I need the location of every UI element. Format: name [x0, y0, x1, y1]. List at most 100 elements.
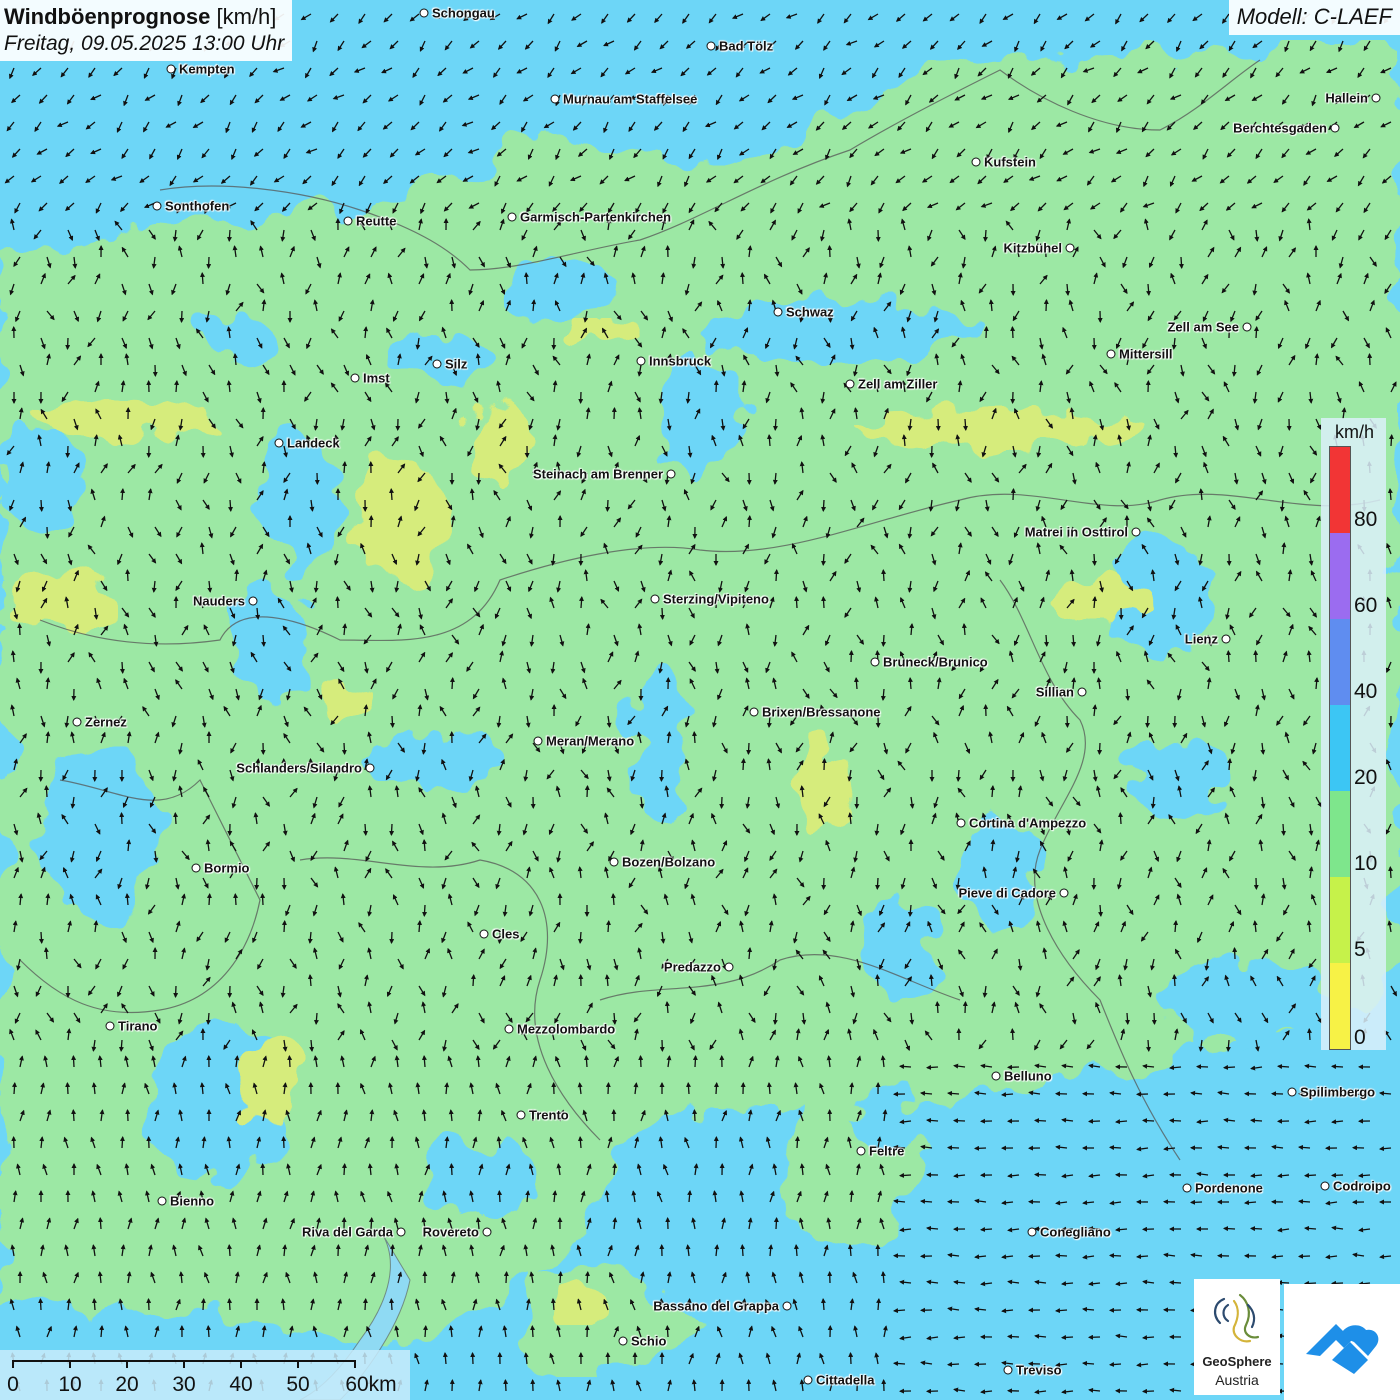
city-label: Silz — [445, 356, 468, 372]
city-marker — [724, 962, 734, 972]
model-label: Modell: C-LAEF — [1228, 0, 1400, 35]
city-label: Sillian — [1035, 684, 1074, 700]
city-label: Belluno — [1004, 1068, 1052, 1084]
city-label: Innsbruck — [649, 353, 712, 369]
scale-label: 30 — [172, 1373, 196, 1396]
city-label: Rovereto — [422, 1224, 479, 1240]
city-label: Schwaz — [786, 304, 834, 320]
city-label: Imst — [363, 370, 390, 386]
scale-label: 20 — [115, 1373, 139, 1396]
title-text: Windböenprognose — [4, 4, 211, 29]
city-label: Schio — [631, 1333, 667, 1349]
city-marker — [343, 216, 353, 226]
city-label: Cortina d'Ampezzo — [969, 815, 1087, 831]
city-label: Pordenone — [1195, 1180, 1263, 1196]
legend-swatch — [1330, 447, 1350, 533]
city-label: Conegliano — [1040, 1224, 1111, 1240]
city-marker — [1077, 687, 1087, 697]
scale-label: 0 — [7, 1373, 19, 1396]
city-label: Cittadella — [816, 1372, 875, 1388]
city-label: Murnau am Staffelsee — [563, 91, 698, 107]
legend-swatch — [1330, 619, 1350, 705]
city-marker — [248, 596, 258, 606]
legend-tick-label: 5 — [1354, 938, 1366, 961]
city-marker — [650, 594, 660, 604]
geosphere-austria-logo: GeoSphere Austria — [1194, 1279, 1280, 1395]
city-label: Garmisch-Partenkirchen — [520, 209, 672, 225]
scale-bar: 0 10 20 30 40 50 60km — [0, 1350, 410, 1400]
mountain-cloud-icon — [1306, 1324, 1379, 1374]
city-label: Zell am Ziller — [858, 376, 938, 392]
city-label: Mittersill — [1119, 346, 1173, 362]
city-marker — [870, 657, 880, 667]
city-label: Schongau — [432, 5, 495, 21]
city-label: Spilimbergo — [1300, 1084, 1376, 1100]
scale-tick — [240, 1360, 242, 1368]
city-marker — [706, 41, 716, 51]
city-marker — [350, 373, 360, 383]
city-marker — [274, 438, 284, 448]
scale-tick — [69, 1360, 71, 1368]
city-marker — [516, 1110, 526, 1120]
scale-tick — [126, 1360, 128, 1368]
city-marker — [157, 1196, 167, 1206]
city-marker — [782, 1301, 792, 1311]
color-legend: km/h 80 60 40 20 10 5 0 — [1321, 418, 1386, 1050]
scale-label: 10 — [58, 1373, 82, 1396]
legend-swatch — [1330, 791, 1350, 877]
city-label: Bruneck/Brunico — [883, 654, 988, 670]
scale-tick — [297, 1360, 299, 1368]
city-label: Bassano del Grappa — [653, 1298, 779, 1314]
city-marker — [749, 707, 759, 717]
city-marker — [504, 1024, 514, 1034]
geosphere-logo-icon — [1214, 1293, 1260, 1343]
legend-tick-label: 60 — [1354, 594, 1378, 617]
city-marker — [432, 359, 442, 369]
city-label: Landeck — [287, 435, 340, 451]
city-label: Bad Tölz — [719, 38, 774, 54]
legend-swatch — [1330, 705, 1350, 791]
city-marker — [991, 1071, 1001, 1081]
city-marker — [105, 1021, 115, 1031]
city-marker — [1242, 322, 1252, 332]
city-label: Nauders — [192, 593, 245, 609]
city-marker — [618, 1336, 628, 1346]
city-marker — [479, 929, 489, 939]
geosphere-text: GeoSphere — [1202, 1354, 1272, 1369]
city-label: Predazzo — [663, 959, 721, 975]
city-marker — [1027, 1227, 1037, 1237]
city-label: Bienno — [170, 1193, 215, 1209]
scale-tick — [183, 1360, 185, 1368]
city-marker — [166, 64, 176, 74]
city-marker — [1330, 123, 1340, 133]
city-marker — [419, 8, 429, 18]
city-marker — [666, 469, 676, 479]
city-marker — [507, 212, 517, 222]
city-marker — [845, 379, 855, 389]
city-label: Zernez — [85, 714, 127, 730]
city-label: Tirano — [118, 1018, 158, 1034]
city-marker — [1371, 93, 1381, 103]
city-marker — [72, 717, 82, 727]
city-marker — [773, 307, 783, 317]
legend-swatch — [1330, 963, 1350, 1049]
city-label: Cles — [492, 926, 520, 942]
legend-tick-label: 0 — [1354, 1026, 1366, 1049]
city-label: Trento — [529, 1107, 569, 1123]
scale-tick — [12, 1360, 14, 1368]
app-logo — [1284, 1284, 1400, 1400]
city-marker — [550, 94, 560, 104]
city-label: Meran/Merano — [546, 733, 635, 749]
city-label: Zell am See — [1167, 319, 1239, 335]
city-marker — [803, 1375, 813, 1385]
city-marker — [1287, 1087, 1297, 1097]
city-marker — [1003, 1365, 1013, 1375]
city-label: Schlanders/Silandro — [236, 760, 362, 776]
city-marker — [396, 1227, 406, 1237]
city-marker — [482, 1227, 492, 1237]
city-label: Steinach am Brenner — [532, 466, 663, 482]
city-marker — [1182, 1183, 1192, 1193]
wind-gust-map: Windböenprognose [km/h] Freitag, 09.05.2… — [0, 0, 1400, 1400]
legend-tick-label: 40 — [1354, 680, 1378, 703]
city-label: Hallein — [1325, 90, 1368, 106]
